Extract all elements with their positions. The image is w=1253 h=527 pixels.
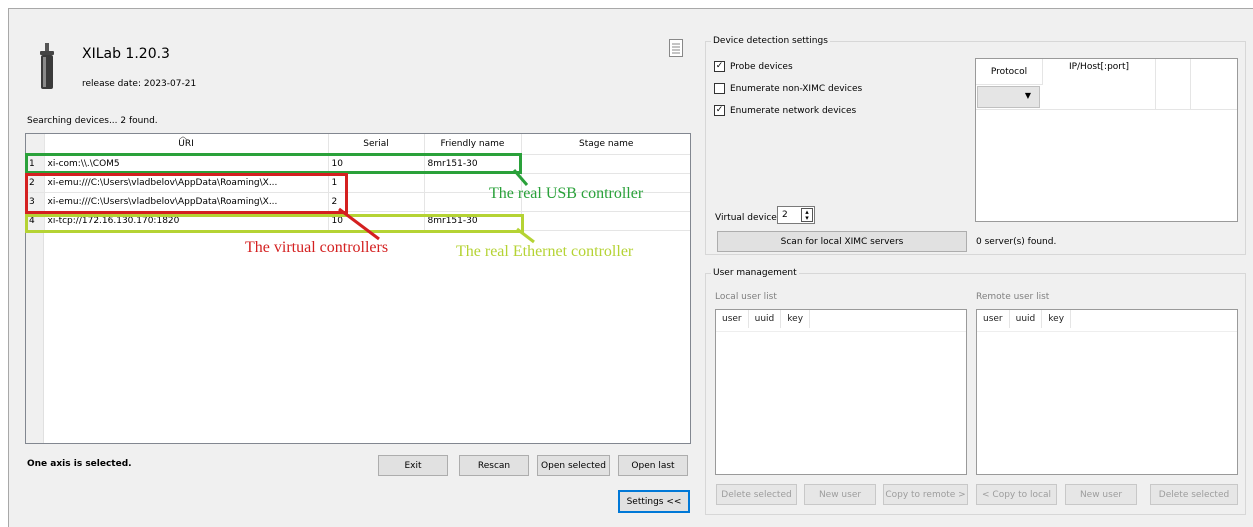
scan-local-ximc-button[interactable]: Scan for local XIMC servers [717,231,967,252]
local-new-user-button[interactable]: New user [804,484,876,505]
xilab-window: XILab 1.20.3 release date: 2023-07-21 Se… [8,8,1253,527]
network-hosts-table[interactable]: Protocol IP/Host[:port] ▼ [975,58,1238,222]
copy-to-local-button[interactable]: < Copy to local [976,484,1057,505]
local-user-list-label: Local user list [715,292,777,302]
annotation-leaders [338,169,535,244]
remote-user-list-label: Remote user list [976,292,1050,302]
user-management-title: User management [711,268,799,278]
servers-found-status: 0 server(s) found. [976,237,1057,247]
copy-to-remote-button[interactable]: Copy to remote > [883,484,968,505]
col-ip-host[interactable]: IP/Host[:port] [1043,59,1156,109]
usb-annotation: The real USB controller [489,185,644,202]
probe-devices-checkbox[interactable]: ✓ Probe devices [714,61,793,72]
virtual-annotation: The virtual controllers [245,239,389,256]
chevron-down-icon: ▼ [1024,91,1031,100]
settings-toggle-button[interactable]: Settings << [618,490,690,513]
spin-arrows-icon[interactable]: ▴ ▾ [801,208,813,222]
virtual-devices-label: Virtual devices [715,213,782,223]
ethernet-annotation: The real Ethernet controller [456,243,634,260]
exit-button[interactable]: Exit [378,455,448,476]
remote-new-user-button[interactable]: New user [1065,484,1137,505]
selection-status: One axis is selected. [27,459,132,469]
remote-col-key[interactable]: key [1042,310,1072,328]
local-col-uuid[interactable]: uuid [749,310,782,328]
local-col-user[interactable]: user [716,310,749,328]
rescan-button[interactable]: Rescan [459,455,529,476]
protocol-dropdown[interactable]: ▼ [977,86,1040,108]
remote-user-list[interactable]: user uuid key [976,309,1238,475]
remote-col-user[interactable]: user [977,310,1010,328]
col-protocol[interactable]: Protocol [976,59,1043,85]
local-delete-selected-button[interactable]: Delete selected [716,484,797,505]
open-last-button[interactable]: Open last [618,455,688,476]
remote-delete-selected-button[interactable]: Delete selected [1150,484,1238,505]
check-icon: ✓ [714,105,725,116]
enumerate-non-ximc-checkbox[interactable]: Enumerate non-XIMC devices [714,83,862,94]
virtual-devices-spinbox[interactable]: 2 ▴ ▾ [777,206,815,224]
local-user-list[interactable]: user uuid key [715,309,967,475]
device-detection-title: Device detection settings [711,36,830,46]
check-icon: ✓ [714,61,725,72]
local-col-key[interactable]: key [781,310,811,328]
open-selected-button[interactable]: Open selected [537,455,610,476]
enumerate-network-checkbox[interactable]: ✓ Enumerate network devices [714,105,856,116]
remote-col-uuid[interactable]: uuid [1010,310,1043,328]
